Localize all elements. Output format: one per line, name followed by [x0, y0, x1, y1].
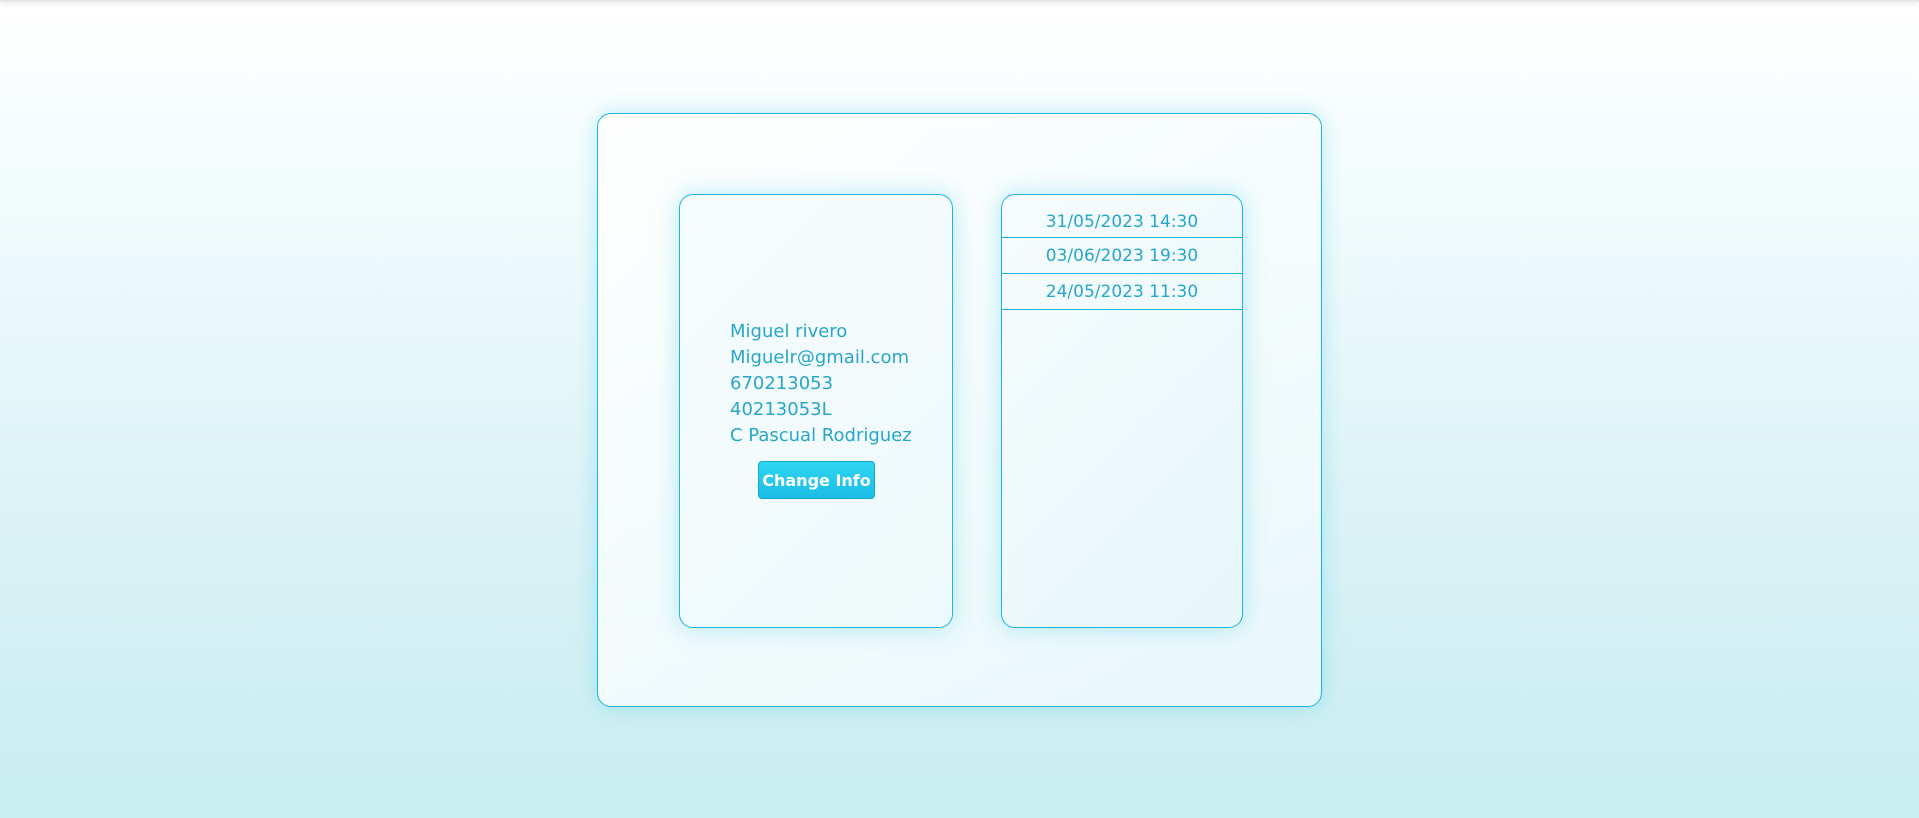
appointment-item[interactable]: 24/05/2023 11:30 [1002, 274, 1242, 310]
main-panel: Miguel rivero Miguelr@gmail.com 67021305… [597, 113, 1322, 707]
appointments-list: 31/05/2023 14:30 03/06/2023 19:30 24/05/… [1002, 211, 1242, 310]
appointments-card: 31/05/2023 14:30 03/06/2023 19:30 24/05/… [1001, 194, 1243, 628]
profile-email: Miguelr@gmail.com [730, 347, 909, 368]
change-info-button[interactable]: Change Info [758, 461, 875, 499]
appointment-item[interactable]: 03/06/2023 19:30 [1002, 238, 1242, 274]
profile-address: C Pascual Rodriguez [730, 425, 912, 446]
appointment-item[interactable]: 31/05/2023 14:30 [1002, 211, 1242, 238]
top-bar-shadow [0, 0, 1919, 2]
profile-dni: 40213053L [730, 399, 832, 420]
profile-info: Miguel rivero Miguelr@gmail.com 67021305… [730, 319, 912, 449]
profile-phone: 670213053 [730, 373, 834, 394]
profile-name: Miguel rivero [730, 321, 848, 342]
profile-card: Miguel rivero Miguelr@gmail.com 67021305… [679, 194, 953, 628]
